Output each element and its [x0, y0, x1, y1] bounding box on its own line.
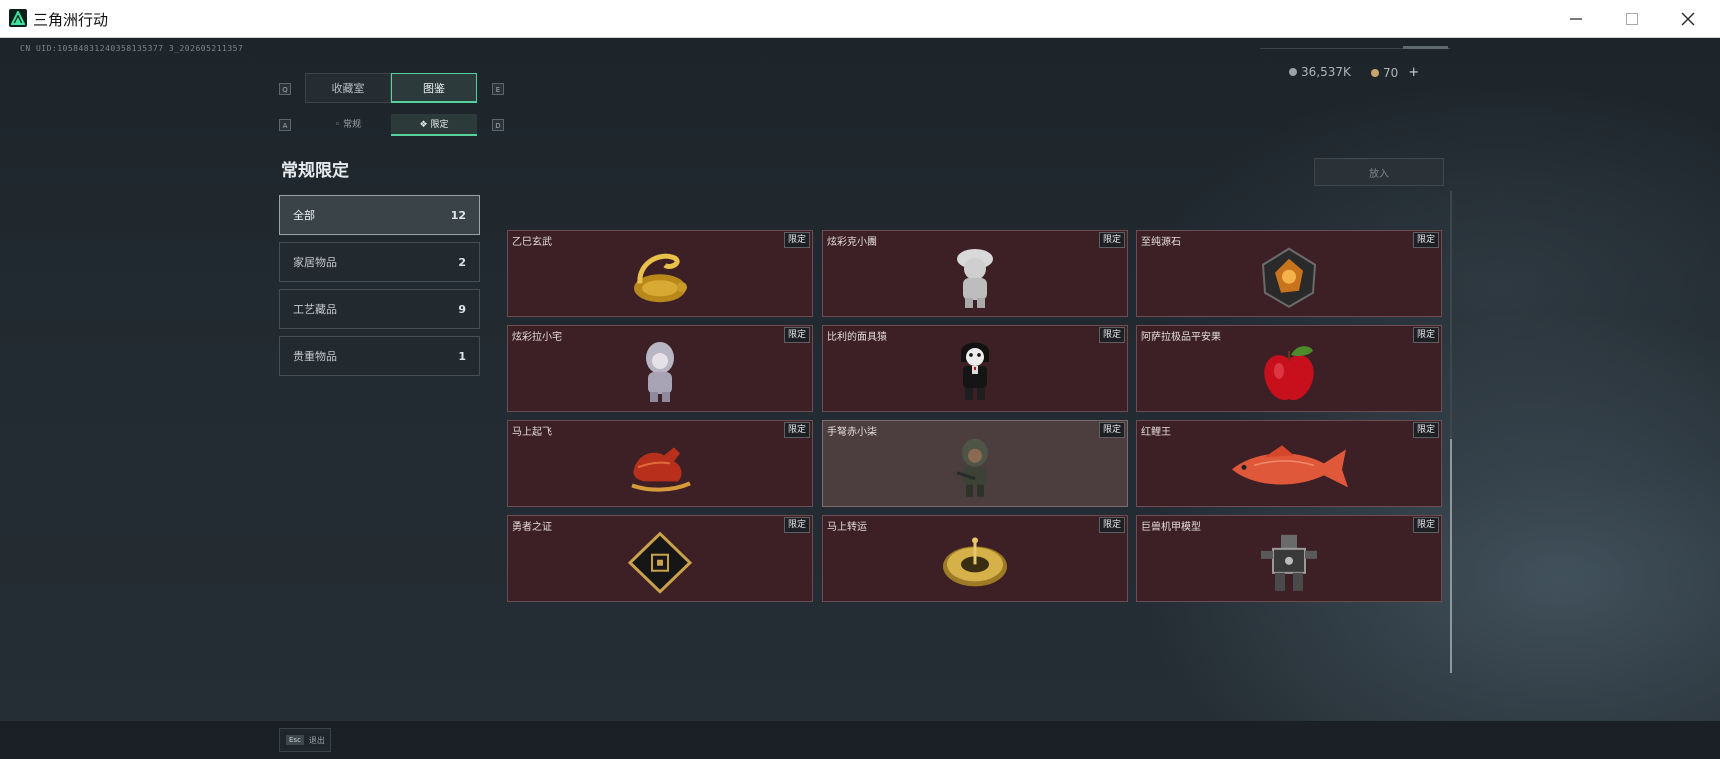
category-valuables[interactable]: 贵重物品 1 [279, 336, 480, 376]
red-horse-icon [631, 446, 691, 492]
limited-badge: 限定 [1412, 422, 1439, 438]
item-name: 比利的面具猿 [827, 332, 887, 343]
limited-badge: 限定 [1098, 327, 1125, 343]
silver-currency: 36,537K [1289, 65, 1351, 79]
item-card[interactable]: 比利的面具猿 限定 [822, 325, 1128, 412]
category-all[interactable]: 全部 12 [279, 195, 480, 235]
item-card[interactable]: 马上转运 限定 [822, 515, 1128, 602]
subtab-key-a: A [279, 119, 291, 131]
window-titlebar: 三角洲行动 [0, 0, 1720, 38]
category-label: 贵重物品 [293, 350, 337, 363]
subtab-limited-label: 限定 [430, 120, 449, 130]
gold-coin-icon [1371, 68, 1379, 77]
item-card[interactable]: 勇者之证 限定 [507, 515, 813, 602]
limited-badge: 限定 [1412, 517, 1439, 533]
item-card[interactable]: 马上起飞 限定 [507, 420, 813, 507]
category-label: 家居物品 [293, 256, 337, 269]
category-count: 9 [458, 302, 466, 316]
close-button[interactable] [1660, 0, 1715, 37]
limited-badge: 限定 [783, 327, 810, 343]
category-count: 12 [450, 208, 466, 222]
category-crafts[interactable]: 工艺藏品 9 [279, 289, 480, 329]
category-label: 工艺藏品 [293, 303, 337, 316]
crossbow-figurine-icon [956, 438, 988, 497]
item-card[interactable]: 乙巳玄武 限定 [507, 230, 813, 317]
item-name: 炫彩克小團 [827, 237, 877, 248]
silver-amount: 36,537K [1301, 65, 1351, 79]
item-name: 红鲤王 [1141, 427, 1171, 438]
subtab-regular-label: 常规 [343, 120, 362, 130]
mech-model-icon [1261, 534, 1317, 591]
tab-collection-room[interactable]: 收藏室 [305, 73, 391, 103]
window-title: 三角洲行动 [33, 11, 109, 29]
red-apple-icon [1264, 345, 1314, 400]
item-name: 至纯源石 [1141, 237, 1181, 248]
limited-badge: 限定 [783, 232, 810, 248]
masked-puppet-icon [961, 341, 989, 400]
exit-label: 退出 [308, 735, 325, 745]
subtab-limited[interactable]: ❖ 限定 [391, 114, 477, 136]
item-card[interactable]: 阿萨拉极品平安果 限定 [1136, 325, 1442, 412]
subtab-key-d: D [492, 119, 504, 131]
player-uid: CN UID:10584831240358135377 3_2026052113… [20, 44, 244, 53]
gold-amount: 70 [1383, 65, 1399, 80]
minimize-button[interactable] [1548, 0, 1603, 37]
golden-snake-turtle-icon [634, 253, 687, 302]
limited-badge: 限定 [783, 517, 810, 533]
item-card[interactable]: 手弩赤小柒 限定 [822, 420, 1128, 507]
minimize-icon [1569, 17, 1582, 20]
item-name: 炫彩拉小宅 [512, 332, 562, 343]
category-count: 1 [458, 349, 466, 363]
gold-currency: 70 + [1371, 65, 1419, 80]
limited-badge: 限定 [1098, 422, 1125, 438]
white-figurine-icon [957, 248, 993, 308]
close-icon [1681, 12, 1694, 25]
maximize-icon [1625, 12, 1638, 25]
item-card[interactable]: 红鲤王 限定 [1136, 420, 1442, 507]
grid-scrollbar-thumb[interactable] [1450, 439, 1452, 673]
silver-coin-icon [1289, 68, 1297, 76]
category-home[interactable]: 家居物品 2 [279, 242, 480, 282]
item-name: 乙巳玄武 [512, 237, 552, 248]
header-divider-accent [1403, 46, 1448, 49]
item-name: 巨兽机甲模型 [1141, 522, 1201, 533]
red-carp-icon [1232, 444, 1348, 487]
app-logo-icon [9, 9, 27, 27]
item-name: 马上转运 [827, 522, 867, 533]
item-name: 勇者之证 [512, 522, 552, 533]
esc-key-hint: Esc [286, 735, 304, 745]
limited-badge: 限定 [1098, 232, 1125, 248]
collection-screen: CN UID:10584831240358135377 3_2026052113… [0, 38, 1720, 759]
item-card[interactable]: 炫彩克小團 限定 [822, 230, 1128, 317]
bottom-bar: Esc 退出 [0, 721, 1720, 759]
item-name: 阿萨拉极品平安果 [1141, 332, 1221, 343]
hooded-figurine-icon [646, 341, 674, 402]
tab-key-e: E [492, 83, 504, 95]
limited-icon: ❖ [419, 120, 431, 130]
page-title: 常规限定 [281, 161, 349, 181]
item-name: 手弩赤小柒 [827, 427, 877, 438]
place-button[interactable]: 放入 [1314, 158, 1444, 186]
exit-button[interactable]: Esc 退出 [279, 728, 331, 752]
golden-compass-icon [943, 536, 1007, 586]
tab-catalog[interactable]: 图鉴 [391, 73, 477, 103]
item-name: 马上起飞 [512, 427, 552, 438]
limited-badge: 限定 [1412, 327, 1439, 343]
badge-card-icon [628, 531, 692, 594]
maximize-button[interactable] [1604, 0, 1659, 37]
limited-badge: 限定 [1412, 232, 1439, 248]
category-count: 2 [458, 255, 466, 269]
add-currency-button[interactable]: + [1408, 65, 1419, 80]
regular-icon: ◦ [334, 120, 344, 130]
item-card[interactable]: 炫彩拉小宅 限定 [507, 325, 813, 412]
category-label: 全部 [293, 209, 315, 222]
limited-badge: 限定 [1098, 517, 1125, 533]
item-card[interactable]: 巨兽机甲模型 限定 [1136, 515, 1442, 602]
subtab-regular[interactable]: ◦ 常规 [305, 114, 391, 136]
source-stone-icon [1261, 247, 1317, 308]
item-card[interactable]: 至纯源石 限定 [1136, 230, 1442, 317]
tab-key-q: Q [279, 83, 291, 95]
limited-badge: 限定 [783, 422, 810, 438]
